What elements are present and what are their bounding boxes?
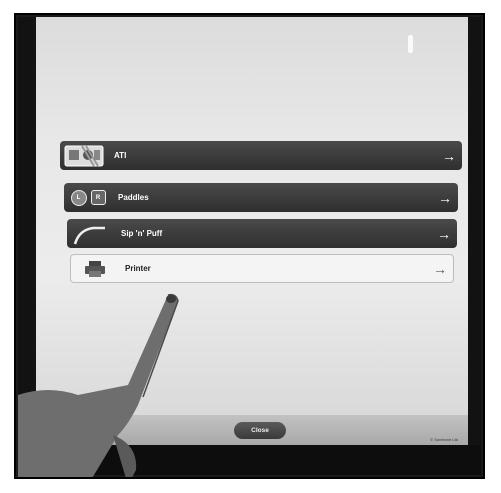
monitor: ATI → L R Paddles → Sip 'n' Puff → Print…: [18, 17, 481, 477]
option-label: Paddles: [118, 193, 149, 202]
printer-icon: [71, 255, 119, 282]
option-ati-button[interactable]: ATI →: [60, 141, 462, 170]
pointing-hand: [18, 293, 179, 477]
brand-text: © Someone Ltd: [430, 437, 458, 442]
option-sip-puff-button[interactable]: Sip 'n' Puff →: [67, 219, 457, 248]
option-label: Printer: [125, 264, 151, 273]
paddle-right-icon: R: [90, 190, 106, 205]
screen-glare: [408, 35, 413, 53]
photo-frame: ATI → L R Paddles → Sip 'n' Puff → Print…: [14, 13, 485, 479]
sip-puff-tube-icon: [67, 219, 115, 248]
option-paddles-button[interactable]: L R Paddles →: [64, 183, 458, 212]
option-label: ATI: [114, 151, 127, 160]
ati-switch-icon: [60, 141, 108, 170]
arrow-right-icon: →: [438, 189, 452, 206]
arrow-right-icon: →: [442, 147, 456, 164]
paddle-left-icon: L: [70, 189, 87, 206]
arrow-right-icon: →: [437, 225, 451, 242]
option-printer-button[interactable]: Printer →: [70, 254, 454, 283]
close-button[interactable]: Close: [234, 422, 286, 439]
option-label: Sip 'n' Puff: [121, 229, 163, 238]
arrow-right-icon: →: [433, 260, 447, 277]
paddles-icon: L R: [64, 183, 112, 212]
